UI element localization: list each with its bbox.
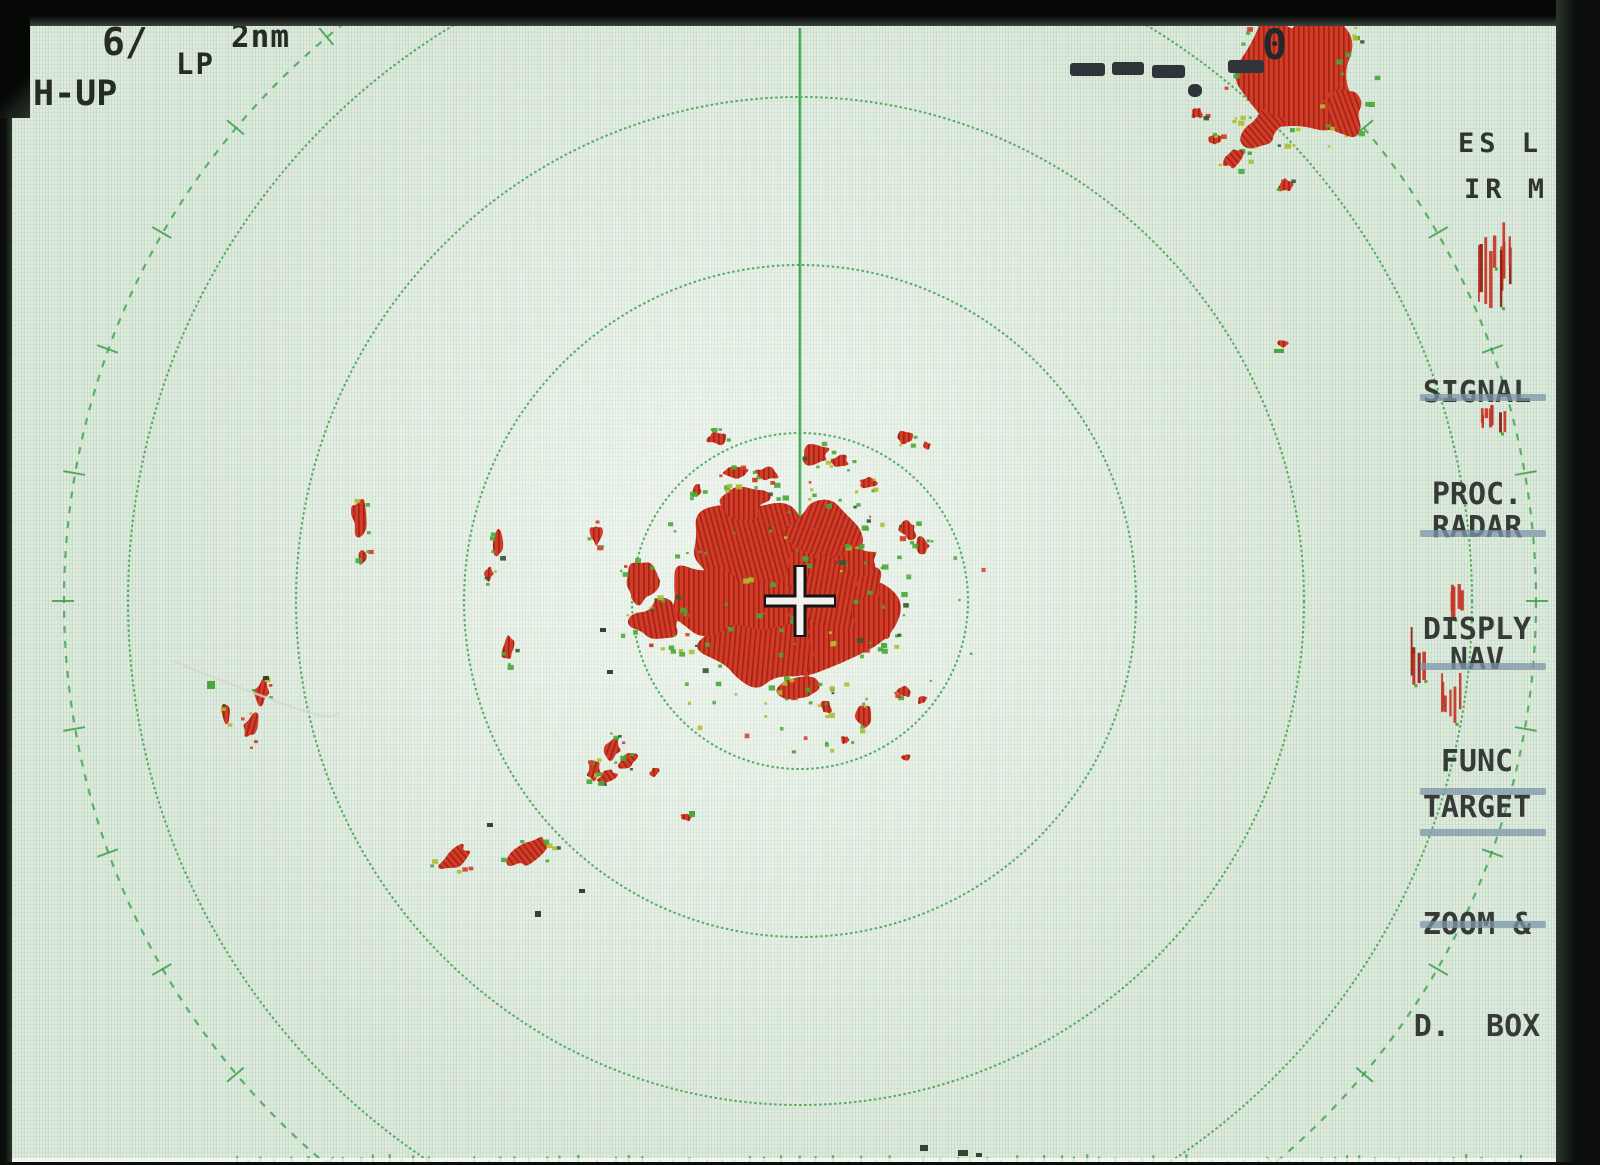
- bearing-dash: [1112, 62, 1144, 75]
- menu-separator: [1420, 921, 1546, 928]
- heading-line: [800, 28, 801, 601]
- bezel-top: [0, 0, 1600, 26]
- bezel-right: [1556, 0, 1600, 1165]
- menu-item-label: NAV: [1402, 643, 1552, 677]
- radar-echoes: [207, 9, 1522, 1165]
- menu-separator: [1420, 663, 1546, 670]
- hud-preset: 6/: [102, 20, 148, 64]
- bearing-dash: [1070, 63, 1105, 76]
- radar-console: { "hud": { "preset": "6/", "pulse": "LP"…: [0, 0, 1600, 1165]
- plan-position-indicator[interactable]: [0, 0, 1600, 1165]
- bearing-value: 0: [1262, 20, 1287, 69]
- bearing-dash: [1152, 65, 1185, 78]
- status-echo-stretch: ES L: [1458, 128, 1543, 159]
- bezel-left: [0, 0, 12, 1165]
- menu-item-zoom-dbox[interactable]: ZOOM & D. BOX: [1402, 840, 1552, 1078]
- menu-item-label: RADAR: [1402, 511, 1552, 545]
- menu-separator: [1420, 394, 1546, 401]
- bearing-dot: [1188, 84, 1202, 97]
- hud-orientation: H-UP: [33, 74, 117, 114]
- menu-item-label: TARGET: [1402, 791, 1552, 825]
- menu-separator: [1420, 829, 1546, 836]
- bearing-dash: [1228, 60, 1264, 73]
- bezel-corner: [0, 0, 30, 118]
- menu-item-label: D. BOX: [1402, 1010, 1552, 1044]
- menu-separator: [1420, 530, 1546, 537]
- hud-pulse-length: LP: [176, 47, 215, 81]
- menu-separator: [1420, 788, 1546, 795]
- menu-item-label: SIGNAL: [1402, 376, 1552, 410]
- status-interference-rejection: IR M: [1464, 174, 1549, 205]
